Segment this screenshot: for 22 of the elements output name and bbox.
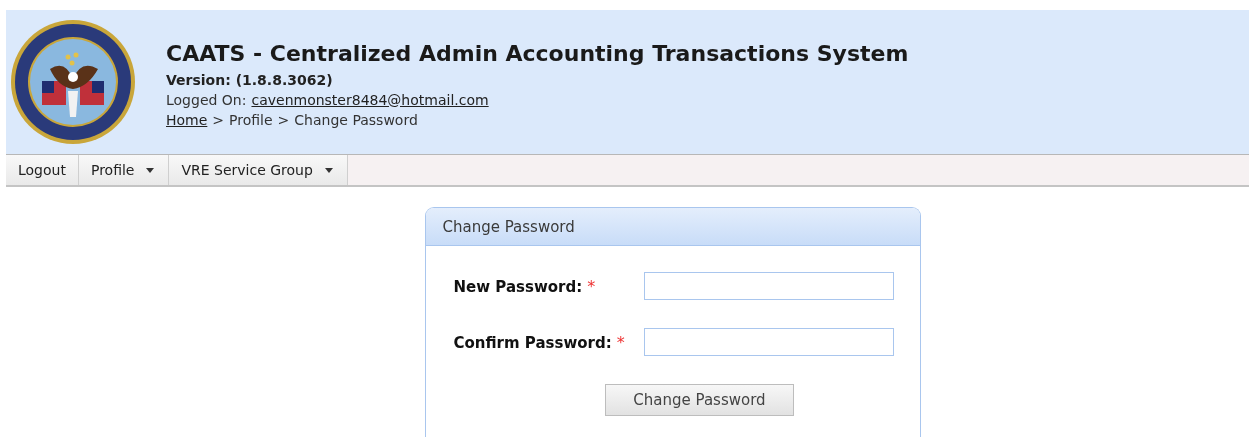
breadcrumb-item: Change Password <box>294 111 418 128</box>
change-password-button[interactable]: Change Password <box>605 384 794 416</box>
app-title: CAATS - Centralized Admin Accounting Transactions System <box>166 40 909 66</box>
required-mark: * <box>616 332 625 352</box>
menu-item[interactable]: VRE Service Group <box>169 155 348 185</box>
required-mark: * <box>587 276 596 296</box>
breadcrumb-separator: > <box>212 111 225 128</box>
panel-title: Change Password <box>425 208 920 246</box>
breadcrumb-item: Profile <box>229 111 273 128</box>
user-email-link[interactable]: cavenmonster8484@hotmail.com <box>251 91 489 108</box>
field-label: Confirm Password: <box>453 333 612 352</box>
field-label: New Password: <box>453 277 583 296</box>
breadcrumb-link[interactable]: Home <box>166 111 208 128</box>
caret-icon <box>146 167 155 173</box>
menu-item[interactable]: Logout <box>6 155 79 185</box>
version-text: Version: (1.8.8.3062) <box>166 71 334 88</box>
menu-item[interactable]: Profile <box>78 155 170 185</box>
password-field[interactable] <box>643 272 894 300</box>
breadcrumb-separator: > <box>277 111 290 128</box>
password-field[interactable] <box>643 328 894 356</box>
logged-on-label: Logged On: <box>166 91 247 108</box>
caret-icon <box>324 167 333 173</box>
